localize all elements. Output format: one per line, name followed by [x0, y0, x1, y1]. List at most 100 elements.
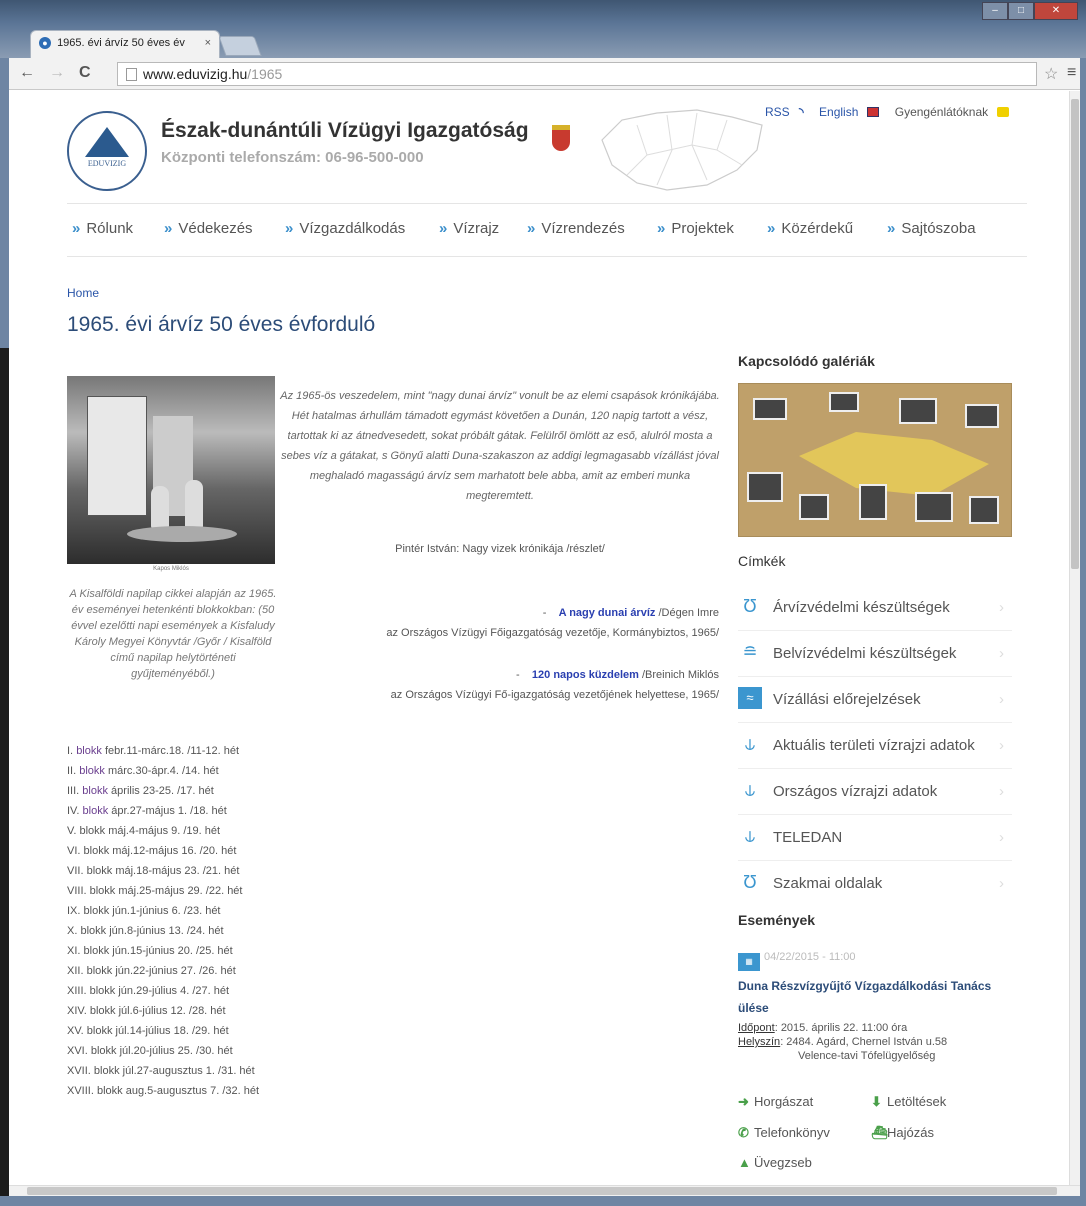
list-item: XIII. blokk jún.29-július 4. /27. hét: [67, 985, 230, 997]
flood-icon: Ʊ: [743, 872, 757, 892]
tab-close-icon[interactable]: ×: [205, 37, 211, 49]
quicklink-label: Letöltések: [887, 1094, 947, 1109]
list-item: XIV. blokk júl.6-július 12. /28. hét: [67, 1005, 226, 1017]
tags-title: Címkék: [738, 553, 786, 569]
nav-marker-icon: »: [887, 220, 896, 237]
bookmark-star-icon[interactable]: ☆: [1044, 64, 1058, 84]
tag-belvizvedelem[interactable]: ≘ Belvízvédelmi készültségek ›: [738, 631, 1012, 677]
nav-item-vizgazdalkodas[interactable]: » Vízgazdálkodás: [285, 220, 405, 237]
list-item: XI. blokk jún.15-június 20. /25. hét: [67, 945, 233, 957]
nav-marker-icon: »: [164, 220, 173, 237]
block-link[interactable]: blokk: [76, 745, 102, 757]
nav-item-projektek[interactable]: » Projektek: [657, 220, 734, 237]
quote-author: Pintér István: Nagy vizek krónikája /rés…: [395, 543, 605, 555]
scroll-thumb[interactable]: [1071, 99, 1079, 569]
accessibility-label: Gyengénlátóknak: [894, 105, 989, 119]
block-link[interactable]: blokk: [82, 785, 108, 797]
window-frame-bottom: [0, 1196, 1086, 1206]
forward-button[interactable]: →: [49, 64, 65, 82]
reference-link[interactable]: A nagy dunai árvíz: [559, 607, 656, 619]
nav-marker-icon: »: [657, 220, 666, 237]
horizontal-scrollbar[interactable]: [9, 1185, 1080, 1196]
list-item: XVIII. blokk aug.5-augusztus 7. /32. hét: [67, 1085, 260, 1097]
window-frame-left: [0, 58, 9, 1198]
list-item: VII. blokk máj.18-május 23. /21. hét: [67, 865, 240, 877]
galleries-title: Kapcsolódó galériák: [738, 353, 875, 369]
scroll-thumb-horizontal[interactable]: [27, 1187, 1057, 1195]
phone-icon: ✆: [738, 1125, 749, 1140]
nav-label: Rólunk: [86, 220, 134, 237]
block-link[interactable]: blokk: [79, 765, 105, 777]
nav-item-kozerdeku[interactable]: » Közérdekű: [767, 220, 853, 237]
nav-item-vizrendezes[interactable]: » Vízrendezés: [527, 220, 625, 237]
browser-tab[interactable]: ● 1965. évi árvíz 50 éves év ×: [30, 30, 220, 58]
rss-link[interactable]: RSS ◝: [765, 105, 810, 119]
list-item: VI. blokk máj.12-május 16. /20. hét: [67, 845, 237, 857]
inland-water-icon: ≘: [742, 642, 758, 662]
english-label: English: [819, 105, 859, 119]
close-window-button[interactable]: ✕: [1034, 2, 1078, 20]
nav-item-vizrajz[interactable]: » Vízrajz: [439, 220, 499, 237]
page-icon: [126, 68, 137, 81]
breadcrumb[interactable]: Home: [67, 286, 99, 300]
logo-mountain-icon: [85, 127, 129, 157]
reload-button[interactable]: C: [79, 64, 91, 82]
nav-label: Vízgazdálkodás: [299, 220, 406, 237]
chevron-right-icon: ›: [999, 645, 1004, 662]
menu-icon[interactable]: ≡: [1067, 64, 1076, 82]
quicklink-label: Telefonkönyv: [754, 1125, 830, 1140]
tag-label: Aktuális területi vízrajzi adatok: [773, 737, 975, 754]
tag-arvizvedelem[interactable]: Ʊ Árvízvédelmi készültségek ›: [738, 585, 1012, 631]
nav-item-rolunk[interactable]: » Rólunk: [72, 220, 133, 237]
event-place-value: : 2484. Agárd, Chernel István u.58: [780, 1036, 948, 1048]
nav-label: Közérdekű: [781, 220, 854, 237]
tag-orszagos-adatok[interactable]: ⫝ Országos vízrajzi adatok ›: [738, 769, 1012, 815]
logo[interactable]: EDUVIZIG: [67, 111, 147, 191]
nav-item-sajtoszoba[interactable]: » Sajtószoba: [887, 220, 976, 237]
quicklink-telefonkonyv[interactable]: ✆ Telefonkönyv: [738, 1125, 830, 1141]
chevron-right-icon: ›: [999, 829, 1004, 846]
event-date-text: 04/22/2015 - 11:00: [764, 951, 856, 963]
gallery-thumbnail[interactable]: [738, 383, 1012, 537]
minimize-button[interactable]: –: [982, 2, 1008, 20]
quicklink-hajozas[interactable]: ⛴Hajózás: [871, 1125, 934, 1141]
maximize-button[interactable]: □: [1008, 2, 1034, 20]
tag-szakmai-oldalak[interactable]: Ʊ Szakmai oldalak ›: [738, 861, 1012, 907]
reference-link[interactable]: 120 napos küzdelem: [532, 669, 639, 681]
accessibility-link[interactable]: Gyengénlátóknak: [895, 105, 1015, 119]
hungary-map-icon: [601, 109, 763, 191]
tag-teledan[interactable]: ⫝ TELEDAN ›: [738, 815, 1012, 861]
chart-icon: ≈: [738, 687, 762, 709]
rss-icon: ◝: [799, 105, 804, 119]
nav-item-vedekezes[interactable]: » Védekezés: [164, 220, 253, 237]
download-icon: ⬇: [871, 1094, 882, 1109]
address-bar[interactable]: www.eduvizig.hu/1965: [117, 62, 1037, 86]
quicklink-letoltesek[interactable]: ⬇ Letöltések: [871, 1094, 946, 1110]
calendar-icon: ▦: [738, 953, 760, 971]
fishing-icon: ➜: [738, 1094, 749, 1109]
list-item: IV. blokk ápr.27-május 1. /18. hét: [67, 805, 227, 817]
logo-text: EDUVIZIG: [87, 159, 127, 168]
favicon-icon: ●: [39, 37, 51, 49]
gauge-icon: ⫝: [744, 780, 756, 800]
english-link[interactable]: English: [819, 105, 885, 119]
block-link[interactable]: blokk: [83, 805, 109, 817]
header-links: RSS ◝ English Gyengénlátóknak: [765, 105, 1021, 119]
uk-flag-icon: [867, 107, 880, 117]
tag-teruleti-adatok[interactable]: ⫝ Aktuális területi vízrajzi adatok ›: [738, 723, 1012, 769]
quicklink-horgaszat[interactable]: ➜ Horgászat: [738, 1094, 813, 1110]
event-title[interactable]: Duna Részvízgyűjtő Vízgazdálkodási Tanác…: [738, 975, 1018, 1019]
chevron-right-icon: ›: [999, 875, 1004, 892]
vertical-scrollbar[interactable]: [1069, 91, 1080, 1185]
back-button[interactable]: ←: [19, 64, 35, 82]
main-nav: » Rólunk » Védekezés » Vízgazdálkodás » Vízr…: [67, 203, 1027, 257]
new-tab-button[interactable]: [218, 36, 262, 56]
nav-marker-icon: »: [527, 220, 536, 237]
quicklink-uvegzseb[interactable]: ▲ Üvegzseb: [738, 1155, 812, 1170]
glass-pocket-icon: ▲: [738, 1155, 751, 1170]
event-place-line2: Velence-tavi Tófelügyelőség: [798, 1050, 936, 1062]
tag-vizallas[interactable]: ≈ Vízállási előrejelzések ›: [738, 677, 1012, 723]
chevron-right-icon: ›: [999, 691, 1004, 708]
list-item: X. blokk jún.8-június 13. /24. hét: [67, 925, 224, 937]
window-frame-right: [1080, 58, 1086, 1198]
